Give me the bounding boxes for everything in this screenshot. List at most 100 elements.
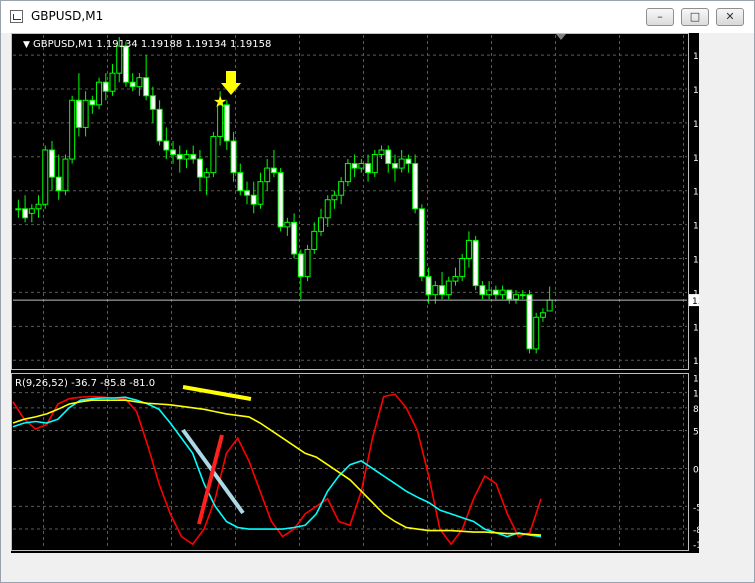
candle-body [156, 108, 163, 142]
candle-body [526, 294, 533, 350]
candle-body [250, 194, 257, 205]
candle-body [89, 99, 96, 106]
candle-body [513, 294, 520, 300]
indicator-tick-label: -80 [693, 526, 699, 536]
candle-body [196, 158, 203, 178]
candle-body [230, 140, 237, 174]
price-tick-label: 1.19700 [693, 52, 699, 62]
candle-body [486, 289, 493, 296]
candle-body [439, 285, 446, 296]
indicator-tick-label: 100 [693, 390, 699, 400]
candle-body [452, 276, 459, 282]
candle-body [48, 149, 55, 178]
candle-body [264, 167, 271, 183]
candle-body [311, 230, 318, 250]
candle-body [284, 221, 291, 228]
current-price-label: 1.19158 [692, 297, 699, 307]
candle-body [492, 289, 499, 296]
candle-body [425, 276, 432, 296]
candle-body [351, 163, 358, 169]
candle-body [22, 208, 29, 219]
candle-body [445, 280, 452, 296]
chart-menu-triangle-icon[interactable]: ▼ [23, 40, 30, 50]
minimize-button[interactable]: – [646, 8, 674, 26]
candle-body [344, 163, 351, 183]
candle-body [385, 149, 392, 165]
candle-body [412, 163, 419, 210]
candle-body [519, 294, 526, 297]
candle-body [69, 99, 76, 160]
candle-body [459, 258, 466, 278]
candle-body [129, 81, 136, 88]
price-tick-label: 1.19475 [693, 154, 699, 164]
candle-body [546, 299, 553, 312]
indicator-tick-label: 0.00 [693, 465, 699, 475]
candle-body [539, 312, 546, 318]
candle-body [479, 285, 486, 296]
chart-window: GBPUSD,M1 – □ ✕ ★ 1.19700 1.19625 1.19550 1… [0, 0, 755, 583]
candle-body [28, 208, 35, 214]
price-tick-label: 1.19100 [693, 323, 699, 333]
maximize-button[interactable]: □ [681, 8, 709, 26]
candle-body [257, 181, 264, 205]
candle-body [358, 163, 365, 169]
candle-body [506, 289, 513, 300]
candle-body [176, 154, 183, 160]
candle-body [163, 140, 170, 151]
candle-body [82, 99, 89, 128]
price-tick-label: 1.19625 [693, 86, 699, 96]
indicator-tick-label: 80 [693, 405, 699, 415]
indicator-panel-header: R(9,26,52) -36.7 -85.8 -81.0 [15, 378, 155, 389]
indicator-tick-label: -100 [693, 541, 699, 551]
candle-body [136, 77, 143, 88]
candle-body [190, 154, 197, 160]
candle-body [109, 72, 116, 92]
price-tick-label: 1.19025 [693, 357, 699, 367]
candle-body [371, 154, 378, 174]
close-button[interactable]: ✕ [716, 8, 744, 26]
candle-body [277, 172, 284, 228]
candle-body [96, 81, 103, 106]
candle-body [297, 253, 304, 278]
chart-canvas[interactable]: ★ 1.19700 1.19625 1.19550 1.19475 1.19400 1.1… [11, 33, 699, 553]
candle-body [378, 149, 385, 156]
candle-body [75, 99, 82, 128]
candle-body [270, 167, 277, 174]
candle-body [331, 194, 338, 201]
chart-window-icon [10, 10, 23, 23]
candle-body [62, 158, 69, 192]
candle-body [210, 135, 217, 174]
candle-body [122, 45, 129, 83]
candle-body [338, 181, 345, 196]
indicator-tick-label: 50 [693, 428, 699, 438]
candle-body [432, 285, 439, 296]
candle-body [499, 289, 506, 296]
candle-body [237, 172, 244, 192]
candle-body [203, 172, 210, 178]
candle-body [304, 248, 311, 278]
candle-body [418, 208, 425, 278]
candle-body [533, 316, 540, 350]
title-bar[interactable]: GBPUSD,M1 – □ ✕ [1, 1, 754, 33]
price-tick-label: 1.19250 [693, 256, 699, 266]
candle-body [244, 190, 251, 196]
candle-body [149, 95, 156, 110]
candle-body [317, 217, 324, 232]
star-icon: ★ [213, 92, 227, 111]
candle-body [405, 158, 412, 165]
chart-background [11, 33, 699, 553]
candle-body [42, 149, 49, 205]
candle-body [55, 176, 62, 192]
candle-body [183, 154, 190, 160]
window-title: GBPUSD,M1 [31, 9, 104, 23]
candle-body [324, 199, 331, 219]
candle-body [291, 221, 298, 255]
candle-body [116, 45, 123, 74]
candle-body [391, 163, 398, 169]
candle-body [102, 81, 109, 92]
price-tick-label: 1.19550 [693, 120, 699, 130]
indicator-tick-label: -50 [693, 503, 699, 513]
candle-body [472, 239, 479, 287]
candle-body [398, 158, 405, 169]
candle-body [465, 239, 472, 260]
